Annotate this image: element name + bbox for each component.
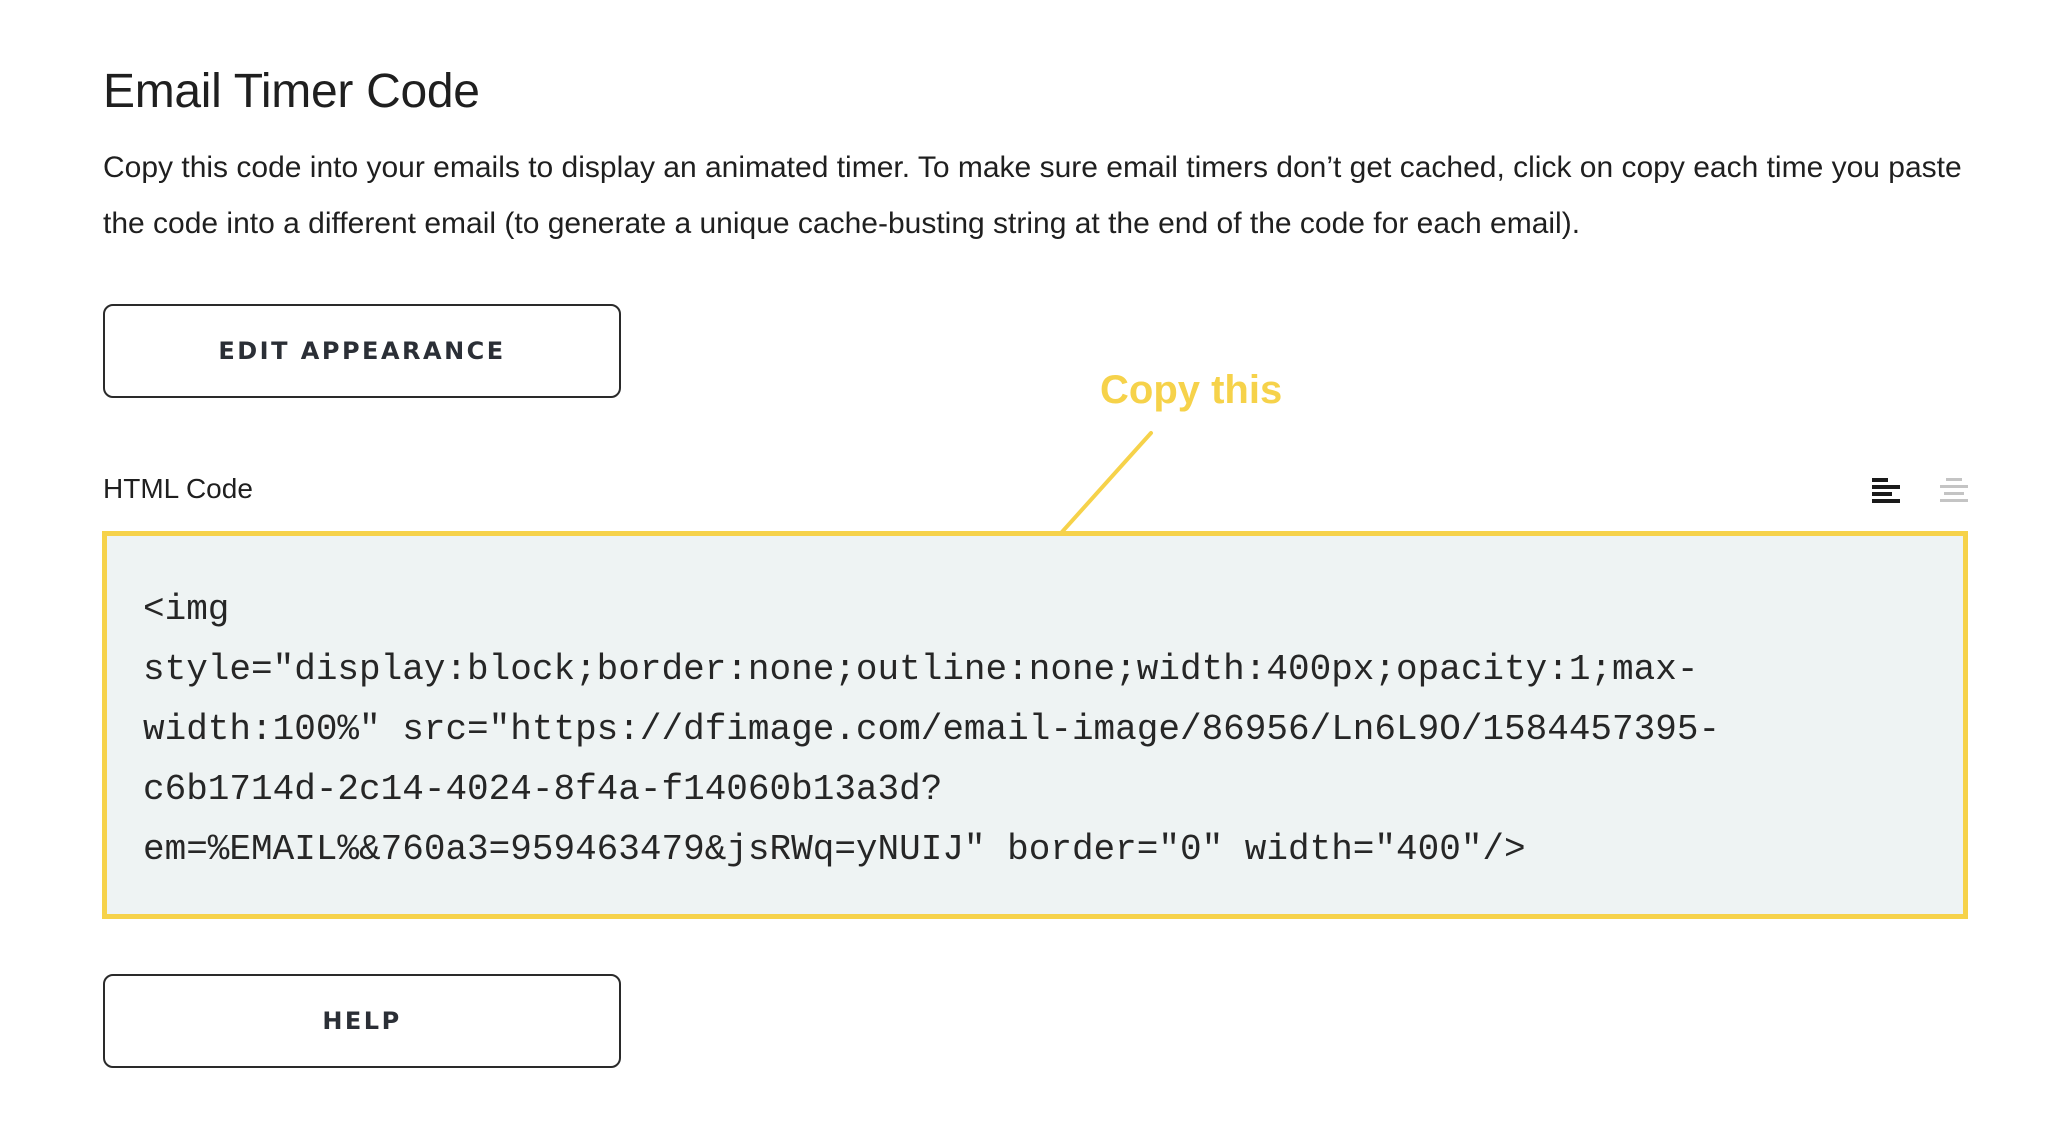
align-left-icon[interactable] [1870,474,1904,508]
align-center-icon[interactable] [1937,474,1971,508]
html-code-text[interactable]: <img style="display:block;border:none;ou… [143,580,1927,880]
help-button[interactable]: HELP [103,974,621,1068]
html-code-label: HTML Code [103,473,253,504]
html-code-box[interactable]: <img style="display:block;border:none;ou… [102,531,1968,919]
